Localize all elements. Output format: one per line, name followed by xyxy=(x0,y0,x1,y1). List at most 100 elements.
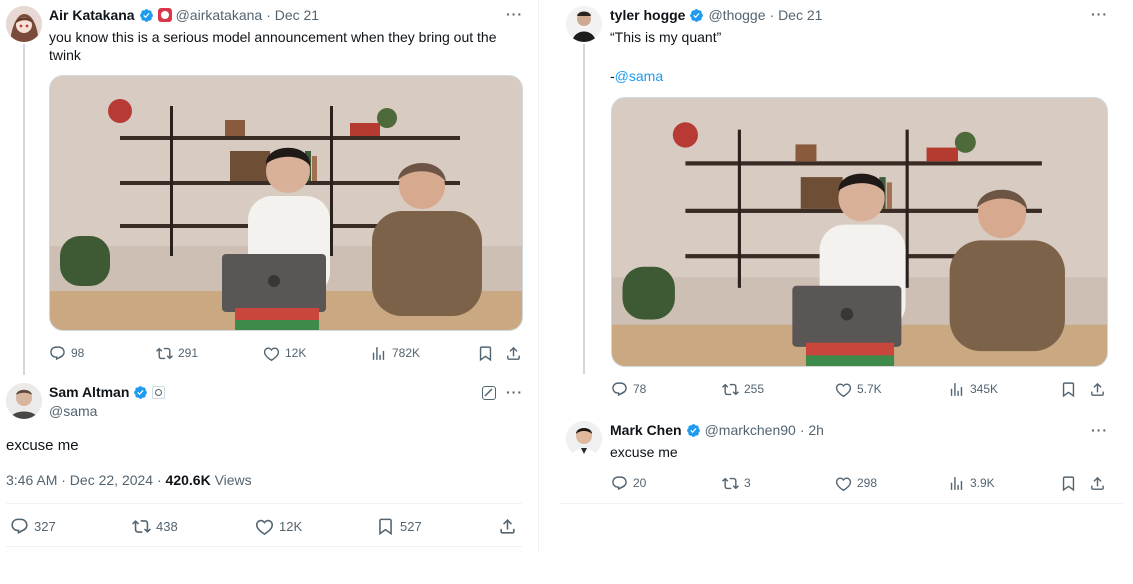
verified-badge-icon xyxy=(686,423,701,438)
bookmark-icon xyxy=(1060,381,1077,398)
like-button[interactable]: 12K xyxy=(263,345,306,362)
views-icon xyxy=(948,381,965,398)
panel-divider xyxy=(538,0,539,552)
tweet-video-thumbnail[interactable] xyxy=(49,75,523,331)
display-name[interactable]: Sam Altman xyxy=(49,384,129,400)
affiliate-badge-icon xyxy=(152,385,166,399)
like-button[interactable]: 12K xyxy=(255,517,302,536)
tweet-action-bar: 78 255 5.7K 345K xyxy=(611,379,1111,399)
share-icon xyxy=(505,345,522,362)
profile-emoji-icon xyxy=(157,8,172,22)
reply-action-bar: 327 438 12K 527 xyxy=(10,515,522,537)
tyler-hogge-avatar[interactable] xyxy=(566,6,602,42)
sam-altman-avatar[interactable] xyxy=(6,383,42,419)
like-count: 298 xyxy=(857,476,878,490)
bookmark-icon xyxy=(1060,475,1077,492)
left-thread-panel: Air Katakana @airkatakana · Dec 21 ··· y… xyxy=(0,0,540,584)
reply-header: Sam Altman xyxy=(49,384,166,400)
reply-icon xyxy=(10,517,29,536)
grok-icon[interactable] xyxy=(482,386,496,400)
tweet-date[interactable]: · Dec 21 xyxy=(770,7,823,23)
like-button[interactable]: 5.7K xyxy=(835,381,882,398)
retweet-count: 291 xyxy=(178,346,199,360)
timestamp[interactable]: 3:46 AM · Dec 22, 2024 · xyxy=(6,472,166,488)
heart-icon xyxy=(835,475,852,492)
retweet-icon xyxy=(722,381,739,398)
share-button[interactable] xyxy=(498,517,517,536)
views-label: Views xyxy=(210,472,252,488)
reply-text: excuse me xyxy=(610,444,678,460)
bookmark-button[interactable]: 527 xyxy=(376,517,422,536)
reply-icon xyxy=(49,345,66,362)
reply-date[interactable]: · 2h xyxy=(800,422,824,438)
views-icon xyxy=(948,475,965,492)
like-count: 5.7K xyxy=(857,382,882,396)
share-icon xyxy=(1089,381,1106,398)
more-options-button[interactable]: ··· xyxy=(506,384,523,400)
divider xyxy=(6,503,522,504)
tweet-action-bar: 98 291 12K 782K xyxy=(49,343,529,363)
air-katakana-avatar[interactable] xyxy=(6,6,42,42)
retweet-button[interactable]: 438 xyxy=(132,517,178,536)
display-name[interactable]: Air Katakana xyxy=(49,7,135,23)
thread-connector-line xyxy=(583,44,585,374)
reply-icon xyxy=(611,475,628,492)
retweet-count: 255 xyxy=(744,382,765,396)
display-name[interactable]: Mark Chen xyxy=(610,422,682,438)
views-button[interactable]: 782K xyxy=(370,345,420,362)
retweet-icon xyxy=(156,345,173,362)
handle[interactable]: @markchen90 xyxy=(705,422,796,438)
right-thread-panel: tyler hogge @thogge · Dec 21 ··· “This i… xyxy=(560,0,1133,584)
views-button[interactable]: 3.9K xyxy=(948,475,995,492)
bookmark-button[interactable] xyxy=(477,345,494,362)
tweet-video-thumbnail[interactable] xyxy=(611,97,1108,367)
like-count: 12K xyxy=(279,518,303,534)
views-count: 345K xyxy=(970,382,999,396)
reply-button[interactable]: 20 xyxy=(611,475,646,492)
views-icon xyxy=(370,345,387,362)
mark-chen-avatar[interactable] xyxy=(566,421,602,457)
heart-icon xyxy=(835,381,852,398)
tweet-header: tyler hogge @thogge · Dec 21 xyxy=(610,7,822,23)
views-button[interactable]: 345K xyxy=(948,381,998,398)
share-icon xyxy=(1089,475,1106,492)
retweet-count: 3 xyxy=(744,476,751,490)
share-button[interactable] xyxy=(1089,475,1106,492)
handle[interactable]: @sama xyxy=(49,403,97,419)
bookmark-icon xyxy=(376,517,395,536)
more-options-button[interactable]: ··· xyxy=(1091,6,1108,22)
reply-text: excuse me xyxy=(6,437,79,454)
handle[interactable]: @airkatakana xyxy=(176,7,263,23)
tweet-attribution: -@sama xyxy=(610,67,663,85)
tweet-metadata: 3:46 AM · Dec 22, 2024 · 420.6K Views xyxy=(6,472,252,488)
reply-button[interactable]: 327 xyxy=(10,517,56,536)
divider xyxy=(6,546,522,547)
retweet-button[interactable]: 255 xyxy=(722,381,764,398)
thread-connector-line xyxy=(23,44,25,375)
retweet-button[interactable]: 3 xyxy=(722,475,751,492)
like-button[interactable]: 298 xyxy=(835,475,877,492)
retweet-button[interactable]: 291 xyxy=(156,345,198,362)
reply-action-bar: 20 3 298 3.9K xyxy=(611,473,1111,493)
views-count: 782K xyxy=(392,346,421,360)
reply-button[interactable]: 78 xyxy=(611,381,646,398)
bookmark-count: 527 xyxy=(400,518,422,534)
bookmark-icon xyxy=(477,345,494,362)
heart-icon xyxy=(255,517,274,536)
share-button[interactable] xyxy=(1089,381,1106,398)
verified-badge-icon xyxy=(139,8,154,23)
reply-count: 78 xyxy=(633,382,647,396)
reply-button[interactable]: 98 xyxy=(49,345,84,362)
tweet-date[interactable]: · Dec 21 xyxy=(266,7,319,23)
share-button[interactable] xyxy=(505,345,522,362)
bookmark-button[interactable] xyxy=(1060,381,1077,398)
bookmark-button[interactable] xyxy=(1060,475,1077,492)
reply-count: 20 xyxy=(633,476,647,490)
more-options-button[interactable]: ··· xyxy=(506,6,523,22)
mention-link[interactable]: @sama xyxy=(615,68,663,84)
display-name[interactable]: tyler hogge xyxy=(610,7,685,23)
handle[interactable]: @thogge xyxy=(708,7,765,23)
tweet-text: you know this is a serious model announc… xyxy=(49,29,497,63)
more-options-button[interactable]: ··· xyxy=(1091,422,1108,438)
views-count: 3.9K xyxy=(970,476,995,490)
